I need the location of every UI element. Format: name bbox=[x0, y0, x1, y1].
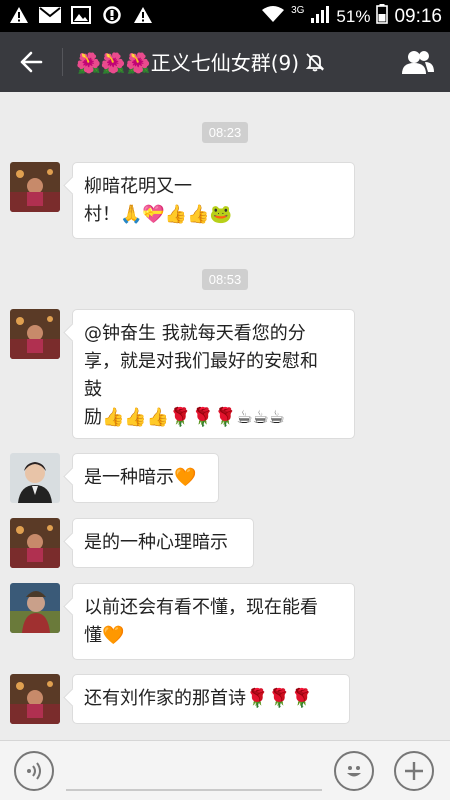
message-bubble[interactable]: 是一种暗示🧡 bbox=[72, 453, 219, 503]
battery-icon bbox=[376, 4, 389, 29]
mute-bell-icon bbox=[305, 52, 325, 72]
plus-icon bbox=[405, 762, 423, 780]
group-name: 🌺🌺🌺正义七仙女群(9) bbox=[76, 51, 300, 75]
message-bubble[interactable]: 是的一种心理暗示 bbox=[72, 518, 254, 568]
timestamp-separator: 08:53 bbox=[0, 269, 450, 290]
back-button[interactable] bbox=[12, 44, 50, 80]
system-icons: 3G 51% 09:16 bbox=[261, 4, 442, 29]
back-arrow-icon bbox=[20, 51, 43, 73]
message-text-line: 享，就是对我们最好的安慰和 bbox=[84, 351, 318, 372]
message-input[interactable] bbox=[66, 759, 322, 791]
voice-icon bbox=[27, 762, 41, 780]
avatar[interactable] bbox=[10, 453, 60, 503]
more-options-button[interactable] bbox=[394, 751, 434, 791]
alert-icon bbox=[132, 5, 154, 25]
avatar[interactable] bbox=[10, 583, 60, 633]
network-type: 3G bbox=[291, 5, 305, 16]
message-text-line: 是一种暗示🧡 bbox=[84, 467, 197, 488]
timestamp: 08:53 bbox=[201, 269, 249, 290]
image-icon bbox=[70, 5, 92, 25]
message-text-line: 懂🧡 bbox=[84, 625, 125, 646]
message-text-line: 励👍👍👍🌹🌹🌹☕☕☕ bbox=[84, 407, 285, 428]
timestamp: 08:23 bbox=[201, 122, 249, 143]
message-text-line: 柳暗花明又一 bbox=[84, 176, 192, 197]
message-bubble[interactable]: 柳暗花明又一 村！🙏💝👍👍🐸 bbox=[72, 162, 355, 239]
wifi-icon bbox=[261, 5, 285, 28]
message-text-line: @钟奋生 我就每天看您的分 bbox=[84, 323, 306, 344]
battery-percent: 51% bbox=[336, 6, 371, 26]
avatar[interactable] bbox=[10, 309, 60, 359]
voice-input-button[interactable] bbox=[14, 751, 54, 791]
title-bar: 🌺🌺🌺正义七仙女群(9) bbox=[0, 32, 450, 92]
avatar[interactable] bbox=[10, 518, 60, 568]
warning-icon bbox=[8, 5, 30, 25]
group-members-icon bbox=[402, 51, 434, 74]
message-bubble[interactable]: @钟奋生 我就每天看您的分 享，就是对我们最好的安慰和 鼓 励👍👍👍🌹🌹🌹☕☕☕ bbox=[72, 309, 355, 439]
sync-icon bbox=[101, 5, 123, 25]
clock: 09:16 bbox=[394, 5, 442, 27]
title-divider bbox=[62, 48, 63, 76]
message-bubble[interactable]: 还有刘作家的那首诗🌹🌹🌹 bbox=[72, 674, 350, 724]
mail-icon bbox=[39, 5, 61, 25]
message-list[interactable]: 08:23 柳暗花明又一 村！🙏💝👍👍🐸 08:53 @钟奋生 我就每天看您的分… bbox=[0, 92, 450, 740]
timestamp-separator: 08:23 bbox=[0, 122, 450, 143]
emoji-button[interactable] bbox=[334, 751, 374, 791]
message-text-line: 是的一种心理暗示 bbox=[84, 532, 228, 553]
status-bar: 3G 51% 09:16 bbox=[0, 0, 450, 32]
input-bar bbox=[0, 740, 450, 800]
chat-title: 🌺🌺🌺正义七仙女群(9) bbox=[76, 47, 325, 76]
message-text-line: 鼓 bbox=[84, 379, 102, 400]
message-text-line: 以前还会有看不懂，现在能看 bbox=[84, 597, 318, 618]
message-text-line: 还有刘作家的那首诗🌹🌹🌹 bbox=[84, 688, 314, 709]
avatar[interactable] bbox=[10, 162, 60, 212]
notification-icons bbox=[8, 5, 154, 25]
smiley-icon bbox=[347, 766, 361, 777]
message-bubble[interactable]: 以前还会有看不懂，现在能看 懂🧡 bbox=[72, 583, 355, 660]
avatar[interactable] bbox=[10, 674, 60, 724]
group-info-button[interactable] bbox=[398, 44, 438, 80]
signal-icon bbox=[310, 5, 330, 28]
message-text-line: 村！🙏💝👍👍🐸 bbox=[84, 204, 233, 225]
